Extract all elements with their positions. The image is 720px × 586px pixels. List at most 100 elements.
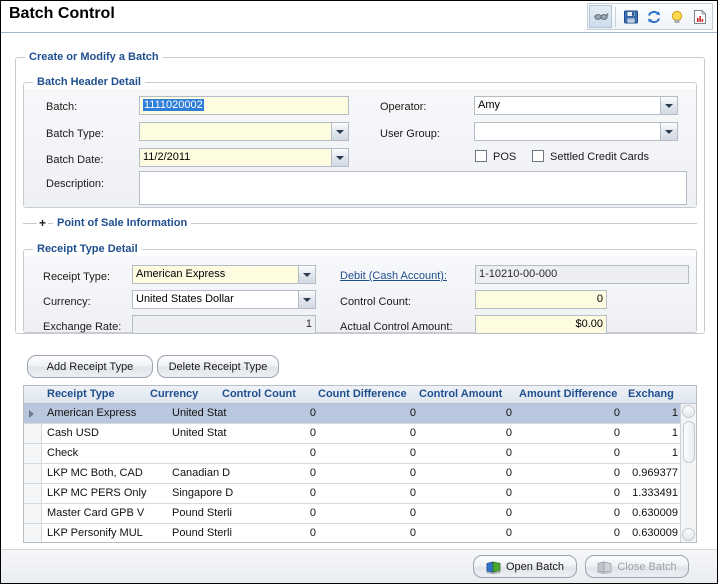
control-count-input[interactable]: 0 [475, 290, 607, 309]
batch-control-window: Batch Control Create or Modify a Batch B… [0, 0, 718, 584]
actual-control-amount-input[interactable]: $0.00 [475, 315, 607, 334]
refresh-icon-button[interactable] [642, 5, 665, 28]
table-cell-count-difference: 0 [409, 407, 416, 419]
batch-date-combo[interactable]: 11/2/2011 [139, 148, 349, 167]
grid-column-header-count-difference[interactable]: Count Difference [318, 386, 422, 403]
table-cell-control-count: 0 [309, 467, 316, 479]
table-cell-amount-difference: 0 [613, 527, 620, 539]
title-bar: Batch Control [1, 1, 717, 33]
table-cell-control-amount: 0 [505, 427, 512, 439]
table-cell-amount-difference: 0 [613, 507, 620, 519]
table-cell-currency: United Stat [172, 427, 227, 439]
scroll-down-button[interactable] [682, 528, 695, 541]
table-cell-count-difference: 0 [409, 507, 416, 519]
table-cell-control-amount: 0 [505, 527, 512, 539]
table-cell-control-amount: 0 [505, 467, 512, 479]
grid-column-header-amount-difference[interactable]: Amount Difference [519, 386, 631, 403]
user-group-chevron-down-icon[interactable] [660, 123, 677, 140]
scroll-up-button[interactable] [682, 405, 695, 418]
table-row[interactable]: Check 0 0 0 0 1 [24, 444, 696, 464]
table-cell-receipt-type: Master Card GPB V [47, 507, 145, 519]
batch-label: Batch: [46, 101, 78, 113]
receipt-type-detail-legend: Receipt Type Detail [33, 243, 142, 255]
create-or-modify-batch-legend: Create or Modify a Batch [25, 51, 163, 63]
table-cell-exchange: 1 [671, 447, 678, 459]
point-of-sale-toggle[interactable]: Point of Sale Information [53, 217, 192, 229]
currency-combo[interactable]: United States Dollar [132, 290, 316, 309]
hint-icon-button[interactable] [665, 5, 688, 28]
report-icon-button[interactable] [688, 5, 711, 28]
batch-type-label: Batch Type: [46, 128, 104, 140]
table-cell-control-amount: 0 [505, 507, 512, 519]
exchange-rate-input[interactable]: 1 [132, 315, 316, 334]
table-row[interactable]: American Express United Stat 0 0 0 0 1 [24, 404, 696, 424]
table-cell-currency: Canadian D [172, 467, 231, 479]
open-batch-button[interactable]: Open Batch [473, 555, 577, 578]
batch-input[interactable]: 1111020002 [139, 96, 349, 115]
table-row[interactable]: LKP MC Both, CAD Canadian D 0 0 0 0 0.969377 [24, 464, 696, 484]
table-cell-receipt-type: LKP MC Both, CAD [47, 467, 143, 479]
table-row[interactable]: LKP MC PERS Only Singapore D 0 0 0 0 1.333491 [24, 484, 696, 504]
user-group-combo[interactable] [474, 122, 678, 141]
delete-receipt-type-button[interactable]: Delete Receipt Type [157, 355, 279, 378]
currency-label: Currency: [43, 296, 91, 308]
operator-combo[interactable]: Amy [474, 96, 678, 115]
table-cell-exchange: 1 [671, 407, 678, 419]
table-cell-exchange: 0.630009 [632, 507, 678, 519]
table-cell-exchange: 0.630009 [632, 527, 678, 539]
report-icon [693, 9, 706, 24]
save-icon-button[interactable] [619, 5, 642, 28]
table-cell-count-difference: 0 [409, 487, 416, 499]
table-cell-exchange: 1.333491 [632, 487, 678, 499]
batch-type-chevron-down-icon[interactable] [331, 123, 348, 140]
operator-chevron-down-icon[interactable] [660, 97, 677, 114]
table-cell-currency: United Stat [172, 407, 227, 419]
table-cell-count-difference: 0 [409, 467, 416, 479]
grid-column-header-exchange[interactable]: Exchang [628, 386, 680, 403]
grid-column-header-control-amount[interactable]: Control Amount [419, 386, 517, 403]
actual-control-amount-label: Actual Control Amount: [340, 321, 453, 333]
grid-vertical-scrollbar[interactable] [680, 404, 696, 542]
table-cell-receipt-type: Cash USD [47, 427, 99, 439]
table-cell-control-count: 0 [309, 507, 316, 519]
batch-type-combo[interactable] [139, 122, 349, 141]
grid-column-header-control-count[interactable]: Control Count [222, 386, 314, 403]
table-cell-currency: Singapore D [172, 487, 234, 499]
table-cell-receipt-type: Check [47, 447, 79, 459]
receipt-type-combo[interactable]: American Express [132, 265, 316, 284]
table-cell-control-amount: 0 [505, 407, 512, 419]
point-of-sale-expand-icon[interactable]: + [37, 216, 49, 230]
close-batch-button[interactable]: Close Batch [585, 555, 689, 578]
grid-column-header-currency[interactable]: Currency [150, 386, 228, 403]
table-cell-amount-difference: 0 [613, 467, 620, 479]
batch-input-value: 1111020002 [143, 99, 204, 111]
debit-cash-account-link[interactable]: Debit (Cash Account): [340, 270, 447, 282]
description-textarea[interactable] [139, 171, 687, 205]
table-row[interactable]: Cash USD United Stat 0 0 0 0 1 [24, 424, 696, 444]
table-row[interactable]: LKP Personify MUL Pound Sterli 0 0 0 0 0.63000… [24, 524, 696, 542]
footer-bar: Open Batch Close Batch [1, 549, 717, 583]
attach-icon-button[interactable] [589, 5, 612, 28]
table-cell-count-difference: 0 [409, 527, 416, 539]
table-cell-currency [172, 444, 256, 463]
receipt-type-chevron-down-icon[interactable] [298, 266, 315, 283]
table-cell-control-count: 0 [309, 447, 316, 459]
grid-column-header-receipt-type[interactable]: Receipt Type [47, 386, 165, 403]
table-cell-control-amount: 0 [505, 447, 512, 459]
table-cell-count-difference: 0 [409, 447, 416, 459]
settled-credit-cards-checkbox[interactable] [532, 150, 544, 162]
grid-header-row: Receipt Type Currency Control Count Coun… [24, 386, 696, 404]
receipt-type-grid: Receipt Type Currency Control Count Coun… [23, 385, 697, 543]
currency-chevron-down-icon[interactable] [298, 291, 315, 308]
debit-account-input[interactable]: 1-10210-00-000 [475, 265, 689, 284]
pos-checkbox-label: POS [493, 151, 517, 163]
pos-checkbox[interactable] [475, 150, 487, 162]
scroll-thumb[interactable] [683, 421, 695, 463]
table-cell-exchange: 1 [671, 427, 678, 439]
batch-date-chevron-down-icon[interactable] [331, 149, 348, 166]
table-row[interactable]: Master Card GPB V Pound Sterli 0 0 0 0 0.63000… [24, 504, 696, 524]
attach-icon [593, 12, 609, 20]
table-cell-receipt-type: LKP MC PERS Only [47, 487, 147, 499]
add-receipt-type-button[interactable]: Add Receipt Type [27, 355, 153, 378]
table-cell-amount-difference: 0 [613, 447, 620, 459]
